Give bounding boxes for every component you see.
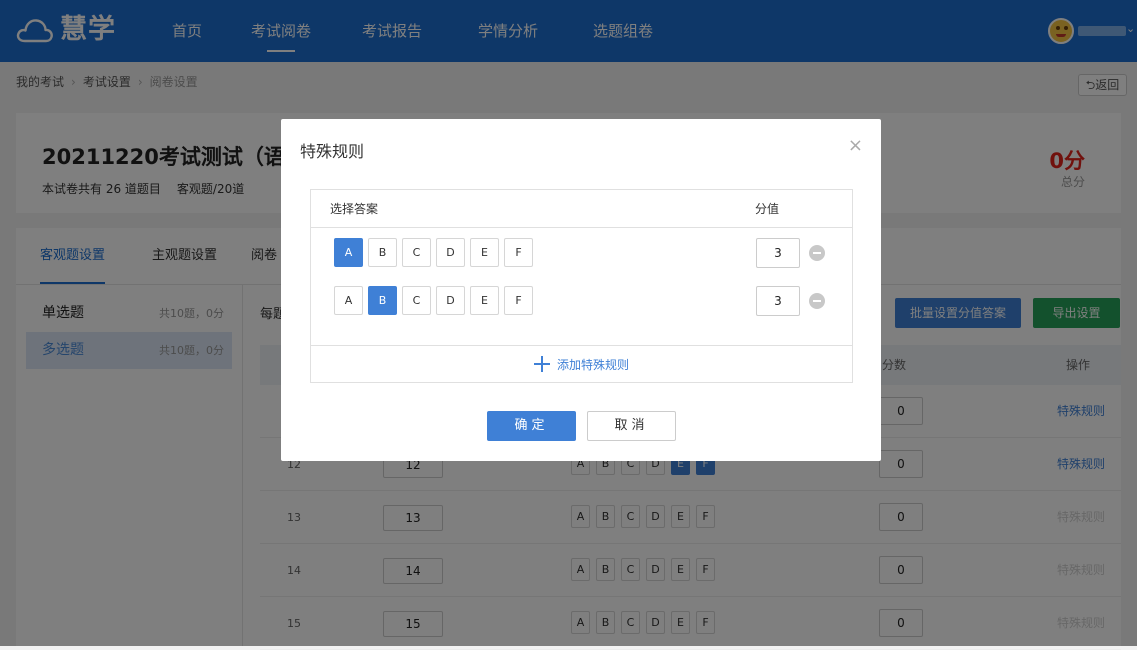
column-rule-score: 分值	[755, 202, 780, 216]
rule-answer-options: ABCDEF	[334, 238, 538, 267]
rule-table: 选择答案 分值 ABCDEF 3 ABCDEF 3 添加特殊规则	[310, 189, 853, 383]
plus-icon	[533, 356, 550, 372]
confirm-button[interactable]: 确定	[487, 411, 576, 441]
remove-rule-icon[interactable]	[809, 293, 825, 309]
rule-row: ABCDEF 3	[311, 228, 852, 276]
rule-option-c[interactable]: C	[402, 238, 431, 267]
rule-answer-options: ABCDEF	[334, 286, 538, 315]
rule-table-header: 选择答案 分值	[311, 190, 852, 228]
rule-row: ABCDEF 3	[311, 276, 852, 324]
rule-option-d[interactable]: D	[436, 238, 465, 267]
rule-option-c[interactable]: C	[402, 286, 431, 315]
rule-option-d[interactable]: D	[436, 286, 465, 315]
rule-option-a[interactable]: A	[334, 238, 363, 267]
rule-score-input[interactable]: 3	[756, 286, 800, 316]
rule-option-f[interactable]: F	[504, 286, 533, 315]
special-rule-dialog: 特殊规则 × 选择答案 分值 ABCDEF3ABCDEF3 添加特殊规则 确定 …	[281, 119, 881, 461]
column-answer: 选择答案	[330, 202, 379, 216]
dialog-title: 特殊规则	[300, 142, 365, 161]
rule-option-b[interactable]: B	[368, 238, 397, 267]
remove-rule-icon[interactable]	[809, 245, 825, 261]
rule-option-b[interactable]: B	[368, 286, 397, 315]
rule-option-f[interactable]: F	[504, 238, 533, 267]
add-rule-button[interactable]: 添加特殊规则	[311, 345, 852, 383]
rule-option-e[interactable]: E	[470, 286, 499, 315]
add-rule-label: 添加特殊规则	[556, 358, 629, 372]
cancel-button[interactable]: 取消	[587, 411, 676, 441]
rule-option-a[interactable]: A	[334, 286, 363, 315]
rule-option-e[interactable]: E	[470, 238, 499, 267]
close-icon[interactable]: ×	[848, 135, 863, 156]
rule-score-input[interactable]: 3	[756, 238, 800, 268]
